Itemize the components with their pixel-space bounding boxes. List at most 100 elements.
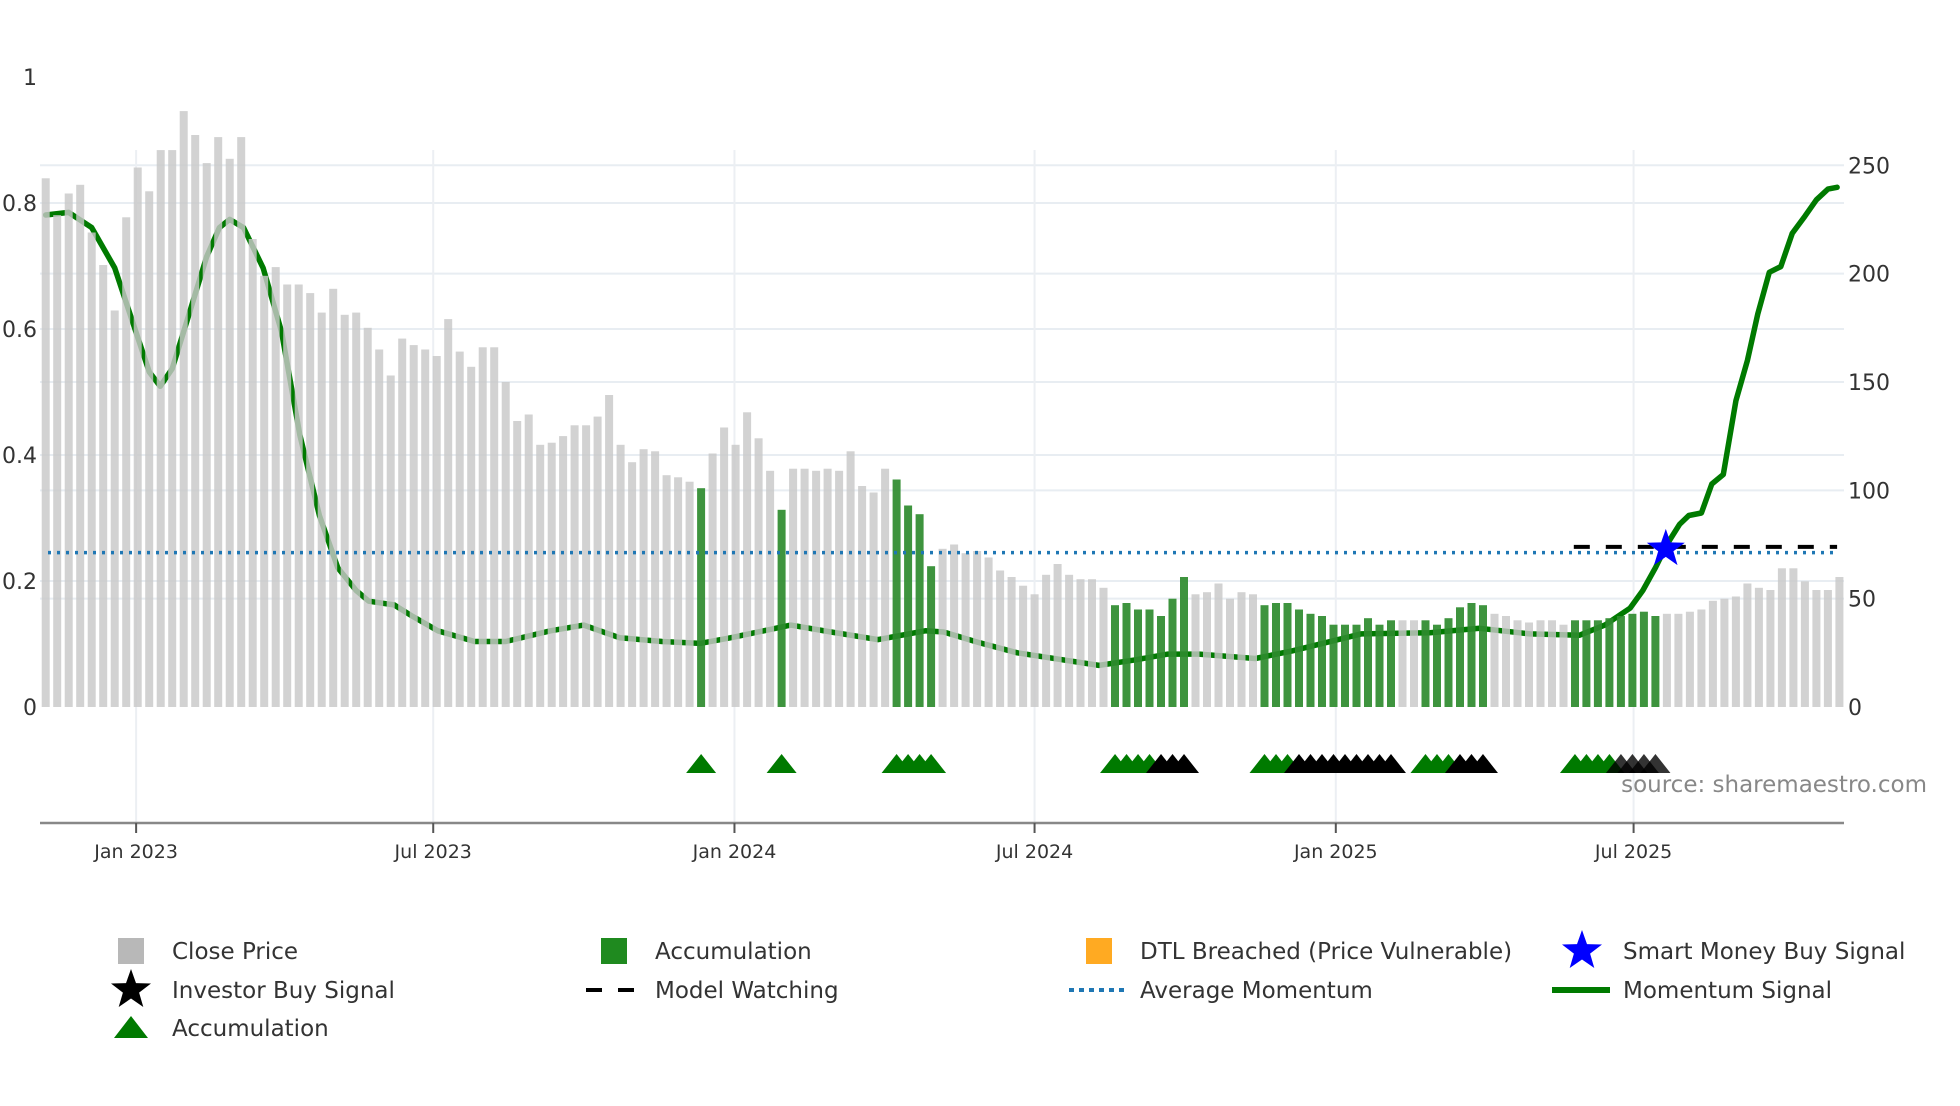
accumulation-bar — [1157, 616, 1165, 707]
close-price-bar — [225, 158, 234, 708]
close-price-bar — [168, 150, 177, 708]
close-price-bar — [398, 338, 407, 707]
legend-label: Model Watching — [655, 978, 839, 1004]
source-label: source: sharemaestro.com — [1621, 772, 1927, 798]
close-price-bar — [536, 444, 545, 707]
accumulation-bar — [1479, 605, 1487, 707]
close-price-bar — [582, 425, 591, 707]
accumulation-bar — [1329, 624, 1338, 707]
legend-label: Investor Buy Signal — [172, 978, 395, 1004]
close-price-bar — [1685, 611, 1694, 707]
close-price-bar — [1708, 600, 1717, 707]
accumulation-bar — [1168, 598, 1177, 707]
close-price-bar — [973, 551, 982, 707]
legend-label: Momentum Signal — [1623, 978, 1832, 1004]
close-price-bar — [869, 492, 878, 707]
close-price-bar — [1191, 594, 1200, 707]
right-tick-label: 50 — [1848, 588, 1876, 613]
close-price-bar — [961, 553, 970, 707]
accumulation-triangle — [766, 754, 797, 773]
close-price-bar — [812, 470, 821, 707]
close-price-bar — [1490, 613, 1499, 707]
close-price-bar — [1203, 592, 1211, 707]
x-tick-label: Jul 2024 — [995, 841, 1073, 863]
x-tick-label: Jan 2025 — [1293, 841, 1378, 863]
close-price-bar — [248, 239, 257, 707]
close-price-bar — [1835, 577, 1844, 707]
legend: Close Price Accumulation DTL Breached (Pri… — [111, 930, 1905, 1042]
close-price-bar — [858, 486, 867, 707]
legend-label: Accumulation — [172, 1016, 329, 1042]
right-tick-label: 200 — [1848, 263, 1890, 288]
close-price-bar — [720, 427, 729, 707]
legend-item-close_price: Close Price — [118, 938, 298, 965]
close-price-bar — [1226, 598, 1234, 707]
close-price-bar — [444, 319, 453, 707]
legend-item-accumulation_triangle: Accumulation — [114, 1016, 329, 1042]
close-price-bar — [329, 288, 338, 707]
close-price-bar — [283, 284, 292, 707]
accumulation-bar — [915, 514, 924, 707]
close-price-bar — [202, 163, 211, 708]
close-price-bar — [294, 284, 303, 707]
close-price-bar — [53, 215, 62, 707]
accumulation-bar — [1111, 605, 1119, 707]
close-price-bar — [1088, 579, 1096, 707]
close-price-bar — [156, 150, 165, 708]
accumulation-bar — [1364, 618, 1372, 707]
close-price-bar — [145, 191, 154, 708]
close-price-bar — [64, 193, 73, 707]
triangle-icon — [114, 1016, 148, 1038]
close-price-bar — [513, 421, 522, 707]
accumulation-bar — [1605, 618, 1614, 707]
close-price-bar — [1513, 620, 1522, 707]
close_price-square-icon — [118, 938, 144, 964]
accumulation-bar — [1375, 624, 1384, 707]
accumulation-bar — [1272, 603, 1280, 707]
close-price-bar — [1559, 624, 1568, 707]
close-price-bar — [306, 293, 315, 707]
close-price-bar — [685, 481, 694, 707]
accumulation-bar — [927, 566, 936, 707]
close-price-bar — [41, 178, 50, 708]
accumulation-bar — [1260, 605, 1269, 707]
right-tick-label: 150 — [1848, 371, 1890, 396]
close-price-bar — [1065, 574, 1074, 707]
legend-label: DTL Breached (Price Vulnerable) — [1140, 939, 1512, 965]
close-price-bar — [110, 310, 119, 707]
close-price-bar — [478, 347, 487, 707]
left-tick-label: 0.6 — [2, 318, 37, 343]
accumulation-bar — [1571, 620, 1579, 707]
close-price-bar — [1249, 594, 1257, 707]
accumulation-bar — [1283, 603, 1292, 707]
smart_money-star-icon — [1562, 930, 1602, 968]
close-price-bar — [1812, 590, 1821, 707]
close-price-bar — [1214, 583, 1223, 707]
legend-label: Close Price — [172, 939, 298, 965]
accumulation-bar — [1387, 620, 1395, 707]
legend-item-average_momentum: Average Momentum — [1069, 978, 1373, 1004]
left-tick-label: 0.4 — [2, 444, 37, 469]
close-price-bar — [881, 468, 890, 707]
legend-label: Smart Money Buy Signal — [1623, 939, 1905, 965]
close-price-bar — [616, 444, 625, 707]
close-price-bar — [835, 470, 844, 707]
accumulation-bar — [1467, 603, 1476, 707]
close-price-bar — [674, 477, 683, 707]
close-price-bar — [593, 416, 602, 707]
close-price-bar — [1053, 564, 1062, 707]
x-tick-label: Jul 2023 — [394, 841, 472, 863]
accumulation-bar — [1639, 611, 1648, 707]
close-price-bar — [628, 462, 637, 707]
close-price-bar — [1099, 587, 1108, 707]
close-price-bar — [1766, 590, 1775, 707]
legend-label: Average Momentum — [1140, 978, 1373, 1004]
legend-label: Accumulation — [655, 939, 812, 965]
accumulation-bar — [1306, 613, 1315, 707]
accumulation-triangle — [686, 754, 717, 773]
close-price-bar — [87, 232, 96, 707]
left-tick-label: 0.2 — [2, 570, 37, 595]
close-price-bar — [1042, 574, 1051, 707]
close-price-bar — [1823, 590, 1832, 707]
close-price-bar — [1674, 613, 1683, 707]
